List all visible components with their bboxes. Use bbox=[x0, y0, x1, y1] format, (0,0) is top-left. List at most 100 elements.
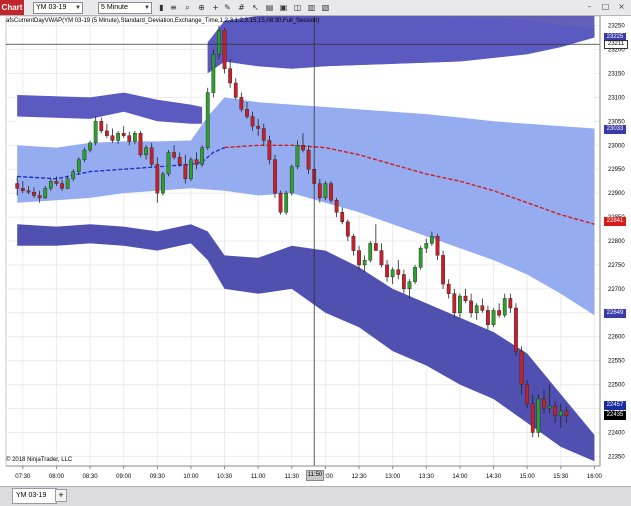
candle-body bbox=[508, 298, 513, 309]
interval-selector[interactable]: 5 Minute ▼ bbox=[98, 2, 152, 14]
price-chart[interactable]: 2325023200231502310023050230002295022900… bbox=[0, 16, 631, 486]
candle-body bbox=[239, 97, 244, 110]
candle-body bbox=[200, 147, 205, 165]
candle-body bbox=[20, 188, 25, 191]
price-tick-label: 23150 bbox=[608, 71, 625, 77]
price-tick-label: 23000 bbox=[608, 143, 625, 149]
candle-body bbox=[155, 164, 160, 194]
time-tick-label: 12:30 bbox=[352, 474, 368, 480]
candle-body bbox=[323, 183, 328, 199]
candle-body bbox=[71, 171, 76, 179]
instrument-tab[interactable]: YM 03-19 bbox=[12, 488, 57, 504]
tools-icon[interactable]: ▥ bbox=[306, 2, 317, 13]
candle-body bbox=[480, 305, 485, 311]
candle-body bbox=[362, 259, 367, 266]
candle-body bbox=[553, 405, 558, 416]
magnifier-icon[interactable]: ⌕ bbox=[182, 2, 193, 13]
candle-body bbox=[474, 305, 479, 314]
candle-body bbox=[458, 295, 462, 314]
time-tick-label: 16:00 bbox=[587, 474, 603, 480]
candle-body bbox=[469, 300, 473, 314]
candle-body bbox=[43, 188, 48, 199]
candle-body bbox=[88, 142, 92, 151]
bars-icon[interactable]: ▮ bbox=[156, 2, 167, 13]
candle-body bbox=[104, 130, 109, 136]
price-tick-label: 22750 bbox=[608, 263, 625, 269]
candle-body bbox=[228, 68, 233, 84]
candle-body bbox=[289, 166, 294, 194]
time-tick-label: 10:00 bbox=[183, 474, 199, 480]
candle-body bbox=[396, 269, 401, 275]
time-tick-label: 13:30 bbox=[419, 474, 435, 480]
candle-body bbox=[245, 109, 249, 117]
pointer-icon[interactable]: ↖ bbox=[250, 2, 261, 13]
maximize-button[interactable]: □ bbox=[600, 1, 611, 12]
candle-body bbox=[401, 274, 406, 290]
crosshair-time-label: 11:50 bbox=[306, 470, 324, 481]
time-tick-label: 15:30 bbox=[553, 474, 569, 480]
price-tick-label: 22700 bbox=[608, 287, 625, 293]
more-icon[interactable]: ▧ bbox=[320, 2, 331, 13]
candle-body bbox=[418, 247, 423, 268]
candle-body bbox=[306, 149, 311, 170]
candle-body bbox=[161, 173, 165, 194]
time-tick-label: 08:00 bbox=[49, 474, 65, 480]
indicators-icon[interactable]: ▤ bbox=[264, 2, 275, 13]
strategies-icon[interactable]: ▣ bbox=[278, 2, 289, 13]
candle-body bbox=[446, 283, 451, 294]
chart-style-icon[interactable]: ≡ bbox=[168, 2, 179, 13]
time-tick-label: 09:00 bbox=[116, 474, 132, 480]
minimize-button[interactable]: – bbox=[584, 1, 595, 12]
price-tick-label: 22550 bbox=[608, 359, 625, 365]
candle-body bbox=[441, 255, 445, 285]
price-flag: 22457 bbox=[604, 400, 626, 410]
chevron-down-icon: ▼ bbox=[144, 5, 150, 11]
candle-body bbox=[273, 159, 277, 194]
candle-body bbox=[138, 133, 143, 156]
time-tick-label: 09:30 bbox=[150, 474, 166, 480]
candle-body bbox=[189, 159, 193, 179]
candle-body bbox=[116, 133, 120, 141]
candle-body bbox=[48, 180, 53, 189]
zoom-icon[interactable]: ⊕ bbox=[196, 2, 207, 13]
candle-body bbox=[127, 135, 132, 142]
instrument-selector[interactable]: YM 03-19 ▼ bbox=[33, 2, 83, 14]
price-tick-label: 23250 bbox=[608, 24, 625, 30]
hash-icon[interactable]: # bbox=[236, 2, 247, 13]
time-tick-label: 08:30 bbox=[83, 474, 99, 480]
close-button[interactable]: × bbox=[616, 1, 627, 12]
time-tick-label: 14:00 bbox=[452, 474, 468, 480]
candle-body bbox=[278, 192, 283, 213]
candle-body bbox=[547, 405, 552, 409]
crosshair-icon[interactable]: + bbox=[210, 2, 221, 13]
candle-body bbox=[99, 121, 104, 132]
price-tick-label: 22350 bbox=[608, 454, 625, 460]
price-flag: 23211 bbox=[604, 39, 628, 49]
candle-body bbox=[542, 398, 546, 409]
candle-body bbox=[413, 267, 417, 282]
candle-body bbox=[435, 236, 440, 256]
time-tick-label: 13:00 bbox=[385, 474, 401, 480]
candle-body bbox=[536, 398, 541, 433]
candle-body bbox=[65, 178, 70, 189]
candle-body bbox=[502, 298, 507, 316]
indicator-label: afsCurrentDayVWAP(YM 03-19 (5 Minute),St… bbox=[6, 18, 320, 24]
properties-icon[interactable]: ◫ bbox=[292, 2, 303, 13]
candle-body bbox=[368, 243, 373, 261]
candle-body bbox=[530, 403, 535, 433]
price-flag: 23033 bbox=[604, 124, 626, 134]
draw-icon[interactable]: ✎ bbox=[222, 2, 233, 13]
candle-body bbox=[82, 149, 87, 160]
candle-body bbox=[301, 145, 305, 151]
candle-body bbox=[491, 310, 496, 325]
add-tab-button[interactable]: + bbox=[55, 489, 67, 502]
price-tick-label: 22950 bbox=[608, 167, 625, 173]
time-tick-label: 15:00 bbox=[520, 474, 536, 480]
candle-body bbox=[211, 54, 216, 93]
bottom-tab-bar: YM 03-19 + bbox=[0, 486, 631, 506]
candle-body bbox=[205, 92, 210, 148]
candle-body bbox=[295, 145, 300, 167]
candle-body bbox=[144, 147, 148, 156]
candle-body bbox=[76, 159, 81, 172]
price-flag: 22435 bbox=[604, 411, 626, 421]
